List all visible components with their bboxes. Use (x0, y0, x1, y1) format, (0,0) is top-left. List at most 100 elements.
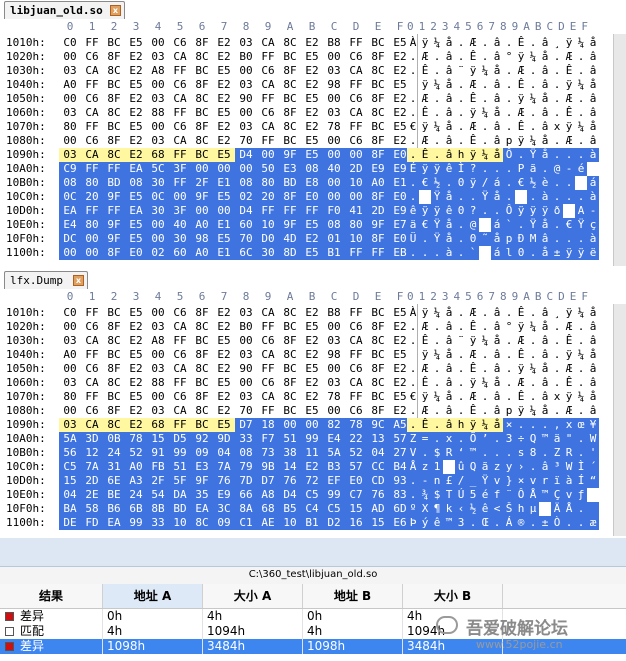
hex-byte[interactable]: 8C (279, 348, 301, 362)
hex-byte[interactable]: 0C (147, 190, 169, 204)
ascii-char[interactable]: . (527, 120, 539, 134)
ascii-char[interactable]: . (563, 176, 575, 190)
hex-byte[interactable]: 8F (367, 190, 389, 204)
hex-byte[interactable]: 20 (81, 190, 103, 204)
hex-byte[interactable]: 03 (235, 120, 257, 134)
hex-byte[interactable]: BC (103, 306, 125, 320)
ascii-char[interactable]: . (431, 148, 443, 162)
ascii-char[interactable]: ÿ (419, 204, 431, 218)
ascii-char[interactable]: ™ (539, 488, 551, 502)
hex-byte[interactable]: EA (103, 516, 125, 530)
ascii-char[interactable]: . (503, 36, 515, 50)
ascii-char[interactable]: . (503, 120, 515, 134)
ascii-char[interactable]: ÿ (515, 50, 527, 64)
hex-byte[interactable]: E5 (389, 348, 411, 362)
ascii-char[interactable]: . (491, 446, 503, 460)
hex-byte[interactable]: E2 (125, 92, 147, 106)
hex-byte[interactable]: C6 (169, 78, 191, 92)
hex-byte[interactable]: E5 (125, 306, 147, 320)
ascii-char[interactable]: . (551, 106, 563, 120)
hex-byte[interactable]: C1 (235, 516, 257, 530)
ascii-char[interactable]: ÿ (563, 78, 575, 92)
hex-byte[interactable]: E2 (213, 92, 235, 106)
hex-byte[interactable]: FF (257, 50, 279, 64)
ascii-char[interactable]: Ÿ (479, 190, 491, 204)
ascii-char[interactable]: ÿ (467, 334, 479, 348)
hex-byte[interactable]: FF (169, 64, 191, 78)
hex-byte[interactable]: 60 (235, 218, 257, 232)
ascii-char[interactable]: . (455, 306, 467, 320)
hex-byte[interactable]: 78 (323, 120, 345, 134)
hex-byte[interactable]: BD (279, 176, 301, 190)
ascii-char[interactable]: Æ (563, 362, 575, 376)
hex-byte[interactable]: 16 (345, 516, 367, 530)
hex-byte[interactable]: 40 (169, 218, 191, 232)
hex-byte[interactable]: 00 (59, 320, 81, 334)
hex-byte[interactable]: 12 (81, 446, 103, 460)
hex-byte[interactable]: BD (169, 502, 191, 516)
ascii-char[interactable]: ý (419, 516, 431, 530)
hex-byte[interactable]: A0 (191, 246, 213, 260)
ascii-char[interactable]: ÿ (563, 348, 575, 362)
ascii-char[interactable]: ÿ (515, 92, 527, 106)
hex-byte[interactable]: C6 (257, 64, 279, 78)
ascii-char[interactable]: . (407, 190, 419, 204)
ascii-char[interactable]: . (407, 50, 419, 64)
ascii-char[interactable]: â (587, 106, 599, 120)
hex-byte[interactable]: 8F (367, 320, 389, 334)
hex-byte[interactable]: 70 (235, 232, 257, 246)
hex-byte[interactable]: E5 (301, 134, 323, 148)
hex-byte[interactable]: 8F (103, 320, 125, 334)
hex-byte[interactable]: FF (345, 246, 367, 260)
ascii-char[interactable]: 0 (455, 176, 467, 190)
ascii-char[interactable]: X (419, 502, 431, 516)
ascii-char[interactable]: ´ (587, 460, 599, 474)
hex-byte[interactable]: 01 (323, 232, 345, 246)
hex-byte[interactable]: FF (169, 148, 191, 162)
ascii-char[interactable]: " (563, 432, 575, 446)
hex-byte[interactable]: CA (81, 376, 103, 390)
ascii-char[interactable]: . (575, 334, 587, 348)
ascii-char[interactable]: µ (527, 502, 539, 516)
hex-row[interactable]: 1080h: 00 C6 8F E2 03 CA 8C E2 70 FF BC E5 00 C6 8F E2. Æ… (0, 134, 614, 148)
hex-row[interactable]: 1090h: 03 CA 8C E2 68 FF BC E5 D4 00 9F E5 00 00 8F E0. Ê… (0, 148, 614, 162)
ascii-char[interactable]: y (503, 460, 515, 474)
ascii-char[interactable]: º (407, 502, 419, 516)
hex-byte[interactable]: 00 (235, 162, 257, 176)
ascii-char[interactable]: ¨ (503, 488, 515, 502)
hex-byte[interactable]: 68 (147, 148, 169, 162)
ascii-char[interactable]: â (443, 404, 455, 418)
hex-byte[interactable]: 9F (103, 218, 125, 232)
hex-byte[interactable]: 3F (169, 204, 191, 218)
hex-byte[interactable]: E2 (213, 320, 235, 334)
ascii-char[interactable]: . (491, 204, 503, 218)
ascii-char[interactable]: . (455, 92, 467, 106)
ascii-char[interactable]: Ê (419, 148, 431, 162)
ascii-char[interactable]: â (539, 120, 551, 134)
ascii-char[interactable]: ÿ (431, 162, 443, 176)
hex-byte[interactable]: B1 (301, 516, 323, 530)
hex-byte[interactable]: EF (323, 474, 345, 488)
ascii-char[interactable]: . (419, 246, 431, 260)
hex-byte[interactable]: 98 (191, 232, 213, 246)
ascii-char[interactable]: . (431, 362, 443, 376)
ascii-char[interactable]: . (455, 432, 467, 446)
ascii-char[interactable]: ÿ (515, 320, 527, 334)
hex-byte[interactable]: E5 (125, 120, 147, 134)
hex-byte[interactable]: 8F (367, 92, 389, 106)
hex-byte[interactable]: 90 (235, 92, 257, 106)
hex-byte[interactable]: 00 (81, 232, 103, 246)
hex-byte[interactable]: 57 (345, 460, 367, 474)
ascii-char[interactable]: . (527, 460, 539, 474)
hex-byte[interactable]: E5 (213, 418, 235, 432)
hex-byte[interactable]: 00 (147, 232, 169, 246)
hex-byte[interactable]: 00 (323, 320, 345, 334)
hex-byte[interactable]: FF (169, 418, 191, 432)
ascii-char[interactable]: ÿ (467, 148, 479, 162)
hex-byte[interactable]: CA (81, 106, 103, 120)
hex-byte[interactable]: E2 (301, 232, 323, 246)
ascii-char[interactable]: é (575, 162, 587, 176)
ascii-char[interactable]: å (587, 348, 599, 362)
ascii-char[interactable]: . (479, 362, 491, 376)
ascii-char[interactable]: è (539, 176, 551, 190)
